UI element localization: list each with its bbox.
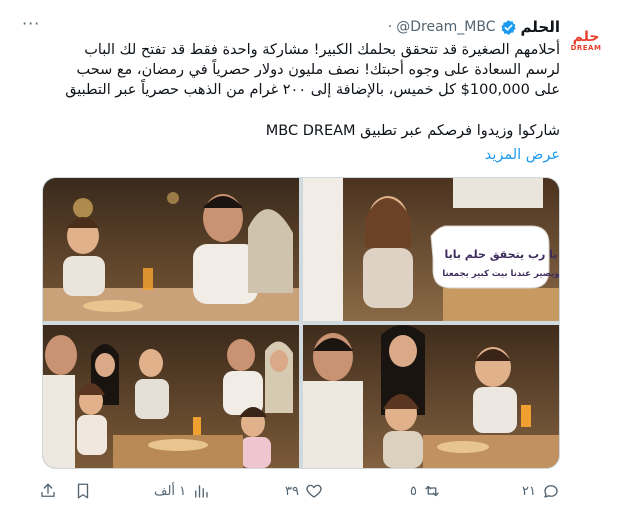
tweet-action-bar: ١ ألف ٣٩ ٥ ٢١ — [0, 482, 622, 502]
retweet-button[interactable]: ٥ — [410, 482, 441, 500]
bubble-text-line-1: يا رب يتحقق حلم بابا — [445, 248, 558, 261]
media-photo-1[interactable] — [43, 178, 299, 321]
tweet-text: أحلامهم الصغيرة قد تتحقق بحلمك الكبير! م… — [65, 42, 560, 98]
media-photo-2[interactable]: يا رب يتحقق حلم بابا ويصير عندنا بيت كبي… — [303, 178, 559, 321]
display-name[interactable]: الحلم — [521, 18, 560, 36]
avatar-logo-text: حلم — [572, 29, 600, 45]
avatar-logo-subtext: DREAM — [570, 44, 602, 52]
media-photo-3[interactable] — [43, 325, 299, 468]
time-separator: · — [387, 19, 393, 35]
like-button[interactable]: ٣٩ — [285, 482, 323, 500]
more-options-icon[interactable]: ··· — [22, 14, 40, 33]
show-more-link[interactable]: عرض المزيد — [485, 147, 560, 163]
retweet-count: ٥ — [410, 483, 417, 499]
like-count: ٣٩ — [285, 483, 299, 499]
reply-icon — [544, 485, 558, 498]
avatar[interactable]: حلم DREAM — [567, 22, 605, 60]
tweet-header: · @Dream_MBC الحلم — [388, 15, 560, 39]
media-photo-4[interactable] — [303, 325, 559, 468]
views-icon — [195, 485, 208, 498]
verified-badge-icon — [500, 19, 516, 35]
views-button[interactable]: ١ ألف — [154, 482, 210, 500]
reply-count: ٢١ — [522, 483, 536, 499]
heart-icon — [306, 484, 322, 498]
bubble-text-line-2: ويصير عندنا بيت كبير يجمعنا — [442, 269, 559, 279]
share-button[interactable] — [39, 482, 57, 500]
share-icon — [41, 483, 55, 497]
tweet-text-cta: شاركوا وزيدوا فرصكم عبر تطبيق MBC DREAM — [265, 123, 560, 139]
reply-button[interactable]: ٢١ — [522, 482, 560, 500]
bookmark-icon — [77, 483, 89, 499]
user-handle[interactable]: @Dream_MBC — [396, 19, 495, 35]
bookmark-button[interactable] — [74, 482, 92, 500]
media-grid: يا رب يتحقق حلم بابا ويصير عندنا بيت كبي… — [42, 177, 560, 469]
retweet-icon — [425, 485, 439, 497]
views-count: ١ ألف — [154, 483, 187, 499]
